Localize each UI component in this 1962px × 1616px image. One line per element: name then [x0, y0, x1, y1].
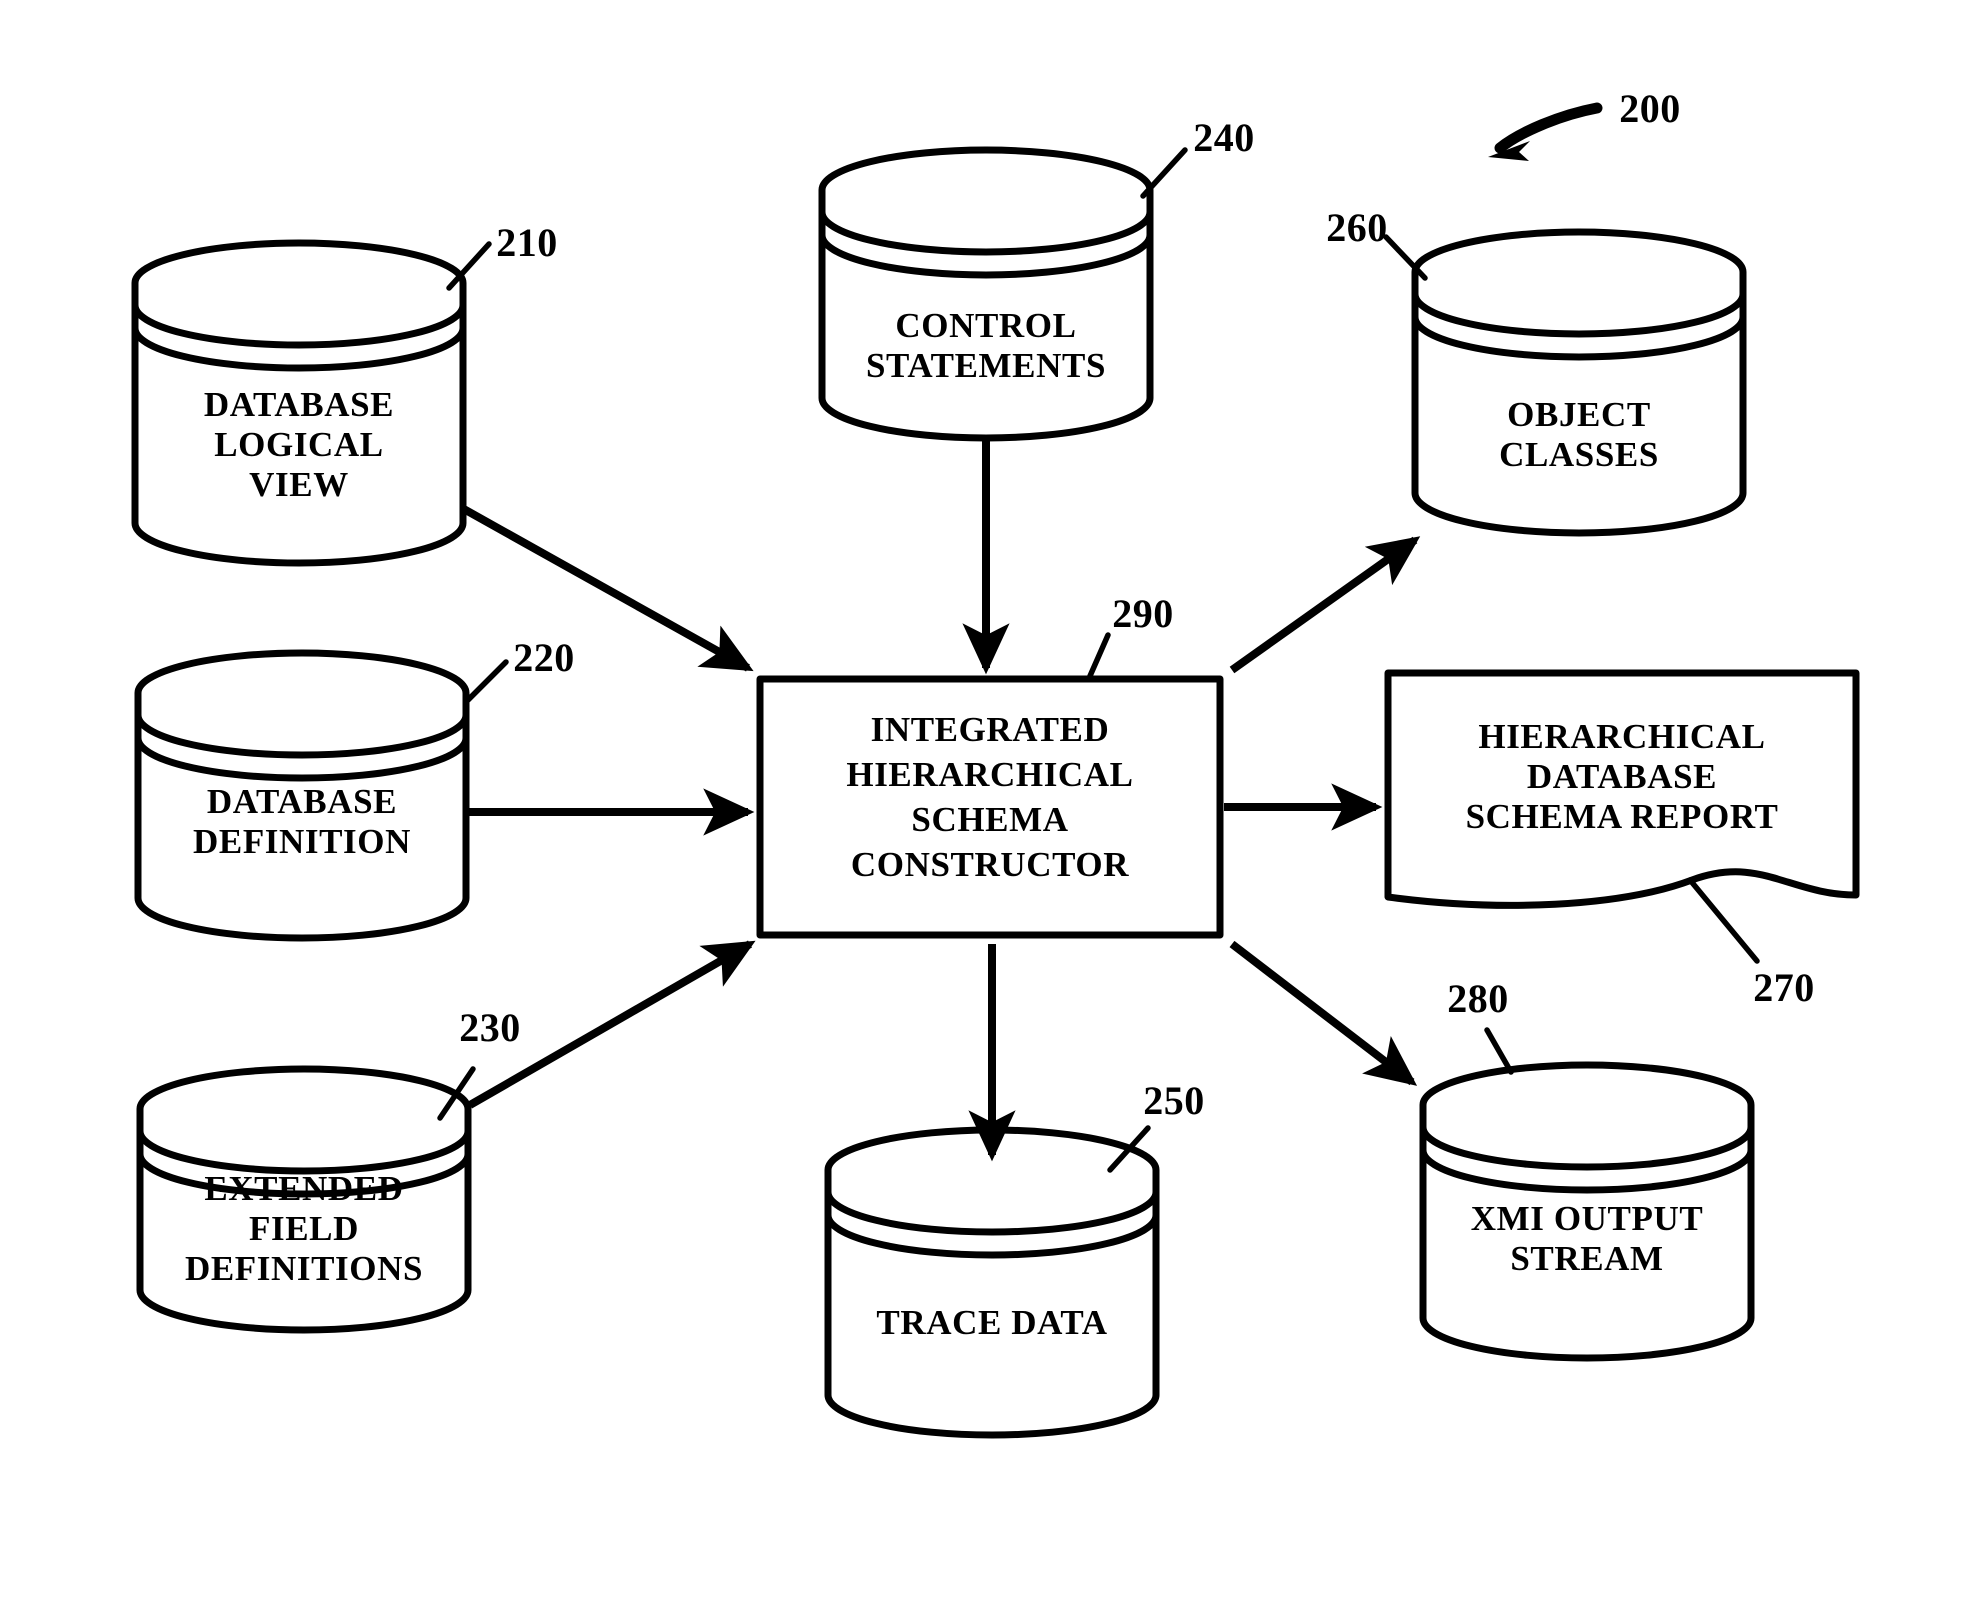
- ref-numeral-text: 240: [1193, 115, 1255, 160]
- reference-numeral-280: 280: [1447, 976, 1514, 1075]
- patent-figure-canvas: DATABASE LOGICAL VIEW 210 DATABASE DEFIN…: [0, 0, 1962, 1616]
- flow-constructor-to-xmi-output-stream: [1229, 940, 1418, 1086]
- node-label-line: DATABASE: [207, 782, 397, 821]
- node-label-line: STATEMENTS: [866, 346, 1106, 385]
- ref-numeral-text: 260: [1326, 205, 1388, 250]
- node-database-definition[interactable]: DATABASE DEFINITION: [134, 649, 470, 942]
- node-label-line: SCHEMA REPORT: [1466, 797, 1779, 836]
- node-hierarchical-database-schema-report[interactable]: HIERARCHICAL DATABASE SCHEMA REPORT: [1384, 669, 1860, 909]
- ref-numeral-text: 200: [1619, 86, 1681, 131]
- reference-numeral-290: 290: [1087, 591, 1174, 679]
- node-control-statements[interactable]: CONTROL STATEMENTS: [818, 146, 1154, 442]
- node-label-line: STREAM: [1510, 1239, 1663, 1278]
- reference-numeral-250: 250: [1107, 1078, 1205, 1173]
- node-label-line: LOGICAL: [214, 425, 384, 464]
- ref-numeral-text: 250: [1143, 1078, 1205, 1123]
- ref-numeral-text: 280: [1447, 976, 1509, 1021]
- node-trace-data[interactable]: TRACE DATA: [824, 1126, 1160, 1439]
- node-database-logical-view[interactable]: DATABASE LOGICAL VIEW: [131, 239, 467, 567]
- flow-constructor-to-object-classes: [1229, 536, 1421, 674]
- ref-numeral-text: 220: [513, 635, 575, 680]
- node-label-line: HIERARCHICAL: [1478, 717, 1765, 756]
- node-object-classes[interactable]: OBJECT CLASSES: [1411, 228, 1747, 537]
- node-label-line: TRACE DATA: [876, 1303, 1107, 1342]
- ref-numeral-text: 270: [1753, 965, 1815, 1010]
- figure-svg: DATABASE LOGICAL VIEW 210 DATABASE DEFIN…: [131, 86, 1860, 1439]
- node-label-line: INTEGRATED: [871, 710, 1110, 749]
- node-label-line: DEFINITIONS: [185, 1249, 423, 1288]
- node-label-line: CONSTRUCTOR: [851, 845, 1129, 884]
- node-label-line: CLASSES: [1499, 435, 1659, 474]
- node-xmi-output-stream[interactable]: XMI OUTPUT STREAM: [1419, 1061, 1755, 1362]
- node-label-line: DATABASE: [1527, 757, 1717, 796]
- node-integrated-hierarchical-schema-constructor[interactable]: INTEGRATED HIERARCHICAL SCHEMA CONSTRUCT…: [756, 675, 1224, 939]
- reference-numeral-220: 220: [465, 635, 575, 703]
- node-label-line: EXTENDED: [204, 1169, 403, 1208]
- ref-numeral-text: 230: [459, 1005, 521, 1050]
- node-label-line: CONTROL: [895, 306, 1076, 345]
- node-label-line: DEFINITION: [193, 822, 411, 861]
- reference-numeral-260: 260: [1326, 205, 1428, 281]
- ref-numeral-text: 290: [1112, 591, 1174, 636]
- node-label-line: HIERARCHICAL: [846, 755, 1133, 794]
- node-label-line: DATABASE: [204, 385, 394, 424]
- node-label-line: SCHEMA: [911, 800, 1068, 839]
- flow-database-logical-view-to-constructor: [460, 504, 754, 672]
- node-label-line: FIELD: [249, 1209, 359, 1248]
- node-label-line: VIEW: [249, 465, 349, 504]
- figure-reference-200: 200: [1488, 86, 1681, 161]
- node-label-line: XMI OUTPUT: [1471, 1199, 1704, 1238]
- reference-numeral-240: 240: [1140, 115, 1255, 199]
- node-extended-field-definitions[interactable]: EXTENDED FIELD DEFINITIONS: [136, 1065, 472, 1334]
- reference-numeral-270: 270: [1687, 877, 1815, 1010]
- ref-numeral-text: 210: [496, 220, 558, 265]
- node-label-line: OBJECT: [1507, 395, 1651, 434]
